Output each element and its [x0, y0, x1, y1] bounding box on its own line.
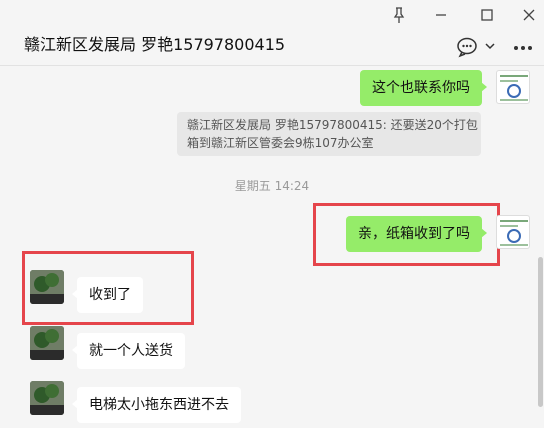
more-icon[interactable] — [512, 40, 534, 54]
message-bubble-peer[interactable]: 电梯太小拖东西进不去 — [72, 387, 241, 423]
peer-avatar[interactable] — [30, 270, 64, 304]
peer-avatar[interactable] — [30, 381, 64, 415]
my-avatar[interactable] — [496, 215, 530, 249]
quote-line: 赣江新区发展局 罗艳15797800415: 还要送20个打包 — [187, 118, 478, 132]
quoted-message[interactable]: 赣江新区发展局 罗艳15797800415: 还要送20个打包 箱到赣江新区管委… — [177, 112, 481, 156]
chat-options-button[interactable] — [456, 36, 496, 58]
minimize-icon[interactable] — [430, 4, 452, 26]
message-bubble-me[interactable]: 这个也联系你吗 — [360, 70, 487, 106]
message-bubble-me[interactable]: 亲，纸箱收到了吗 — [346, 216, 487, 252]
maximize-icon[interactable] — [476, 4, 498, 26]
chat-area[interactable]: 这个也联系你吗 赣江新区发展局 罗艳15797800415: 还要送20个打包 … — [0, 67, 544, 428]
message-timestamp: 星期五 14:24 — [234, 179, 310, 193]
chat-title: 赣江新区发展局 罗艳15797800415 — [24, 35, 286, 54]
chat-icon — [457, 37, 477, 58]
my-avatar[interactable] — [496, 70, 530, 104]
message-bubble-peer[interactable]: 就一个人送货 — [72, 333, 185, 369]
close-icon[interactable] — [518, 4, 540, 26]
scrollbar[interactable] — [538, 257, 543, 407]
chat-header: 赣江新区发展局 罗艳15797800415 — [0, 0, 544, 66]
peer-avatar[interactable] — [30, 326, 64, 360]
chevron-down-icon — [485, 43, 495, 50]
quote-line: 箱到赣江新区管委会9栋107办公室 — [187, 136, 374, 150]
message-bubble-peer[interactable]: 收到了 — [72, 277, 143, 313]
pin-icon[interactable] — [388, 4, 410, 26]
